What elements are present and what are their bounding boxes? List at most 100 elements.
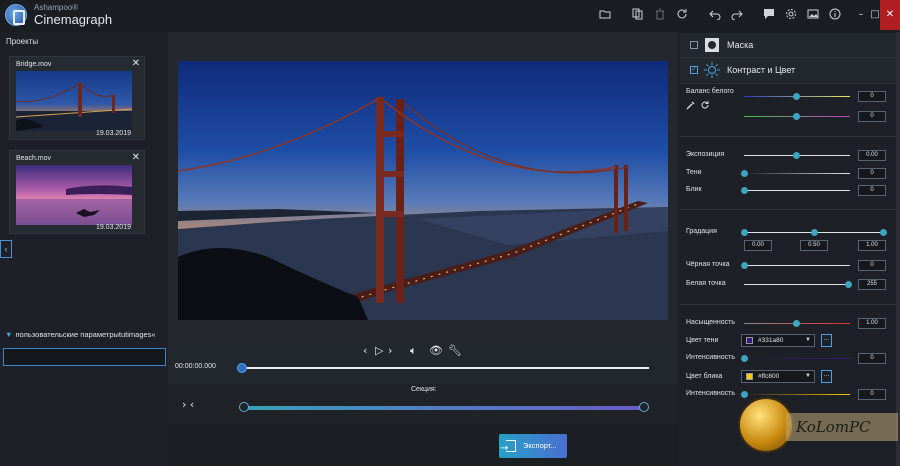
slider-handle[interactable] [741,187,748,194]
saturation-label: Насыщенность [686,319,736,326]
wrench-icon[interactable]: 🔧︎ [448,344,462,357]
project-name: Bridge.mov [16,61,52,68]
black-point-value[interactable]: 0 [858,260,886,271]
undo-icon[interactable] [708,8,722,22]
white-balance-temp-value[interactable]: 0 [858,91,886,102]
exposure-value[interactable]: 0.00 [858,150,886,161]
project-card-beach[interactable]: Beach.mov ✕ 19.03.2019 [9,150,145,234]
slider-handle[interactable] [845,281,852,288]
preview-area: ‹ ▷ › 🔈︎ 👁︎ 🔧︎ 00:00:00.000 Секция: › ‹ … [168,32,678,466]
contrast-section-header[interactable]: ✓ Контраст и Цвет [680,58,896,82]
gear-icon[interactable] [784,8,798,22]
gradation-value-low[interactable]: 0.00 [744,240,772,251]
shadow-intensity-slider[interactable] [741,355,850,362]
user-params-header[interactable]: ▼ пользовательские параметрыtutimages« [5,330,168,339]
shadow-intensity-value[interactable]: 0 [858,353,886,364]
mask-checkbox[interactable] [690,41,698,49]
highlight-color-more-button[interactable]: ... [821,370,832,383]
gradation-value-high[interactable]: 1.00 [858,240,886,251]
volume-icon[interactable]: 🔈︎ [410,344,417,358]
slider-handle[interactable] [811,229,818,236]
copy-icon[interactable] [631,8,645,22]
contrast-label: Контраст и Цвет [727,65,796,75]
mask-section-header[interactable]: Маска [680,33,896,57]
settings-scrollbar[interactable] [896,32,900,466]
contrast-checkbox[interactable]: ✓ [690,66,698,74]
expand-triangle-icon: ▼ [5,330,13,339]
slider-handle[interactable] [793,93,800,100]
project-thumbnail [16,165,132,225]
gradation-value-mid[interactable]: 0.50 [800,240,828,251]
chat-icon[interactable] [762,8,776,22]
user-params-input[interactable] [3,348,166,366]
shadows-slider[interactable] [741,170,850,177]
close-icon[interactable]: ✕ [880,0,900,30]
sections-bar: Секция: › ‹ [168,384,678,424]
highlights-slider[interactable] [741,187,850,194]
highlight-intensity-slider[interactable] [741,391,850,398]
export-button[interactable]: Экспорт... [499,434,567,461]
timeline-track[interactable] [237,363,649,373]
redo-icon[interactable] [730,8,744,22]
slider-handle[interactable] [880,229,887,236]
shadow-color-select[interactable]: #331a80 ▼ [741,334,815,347]
divider [680,209,896,210]
highlight-color-swatch [746,373,753,380]
section-start-handle[interactable] [239,402,249,412]
white-balance-tint-slider[interactable] [744,113,850,120]
slider-handle[interactable] [741,391,748,398]
saturation-value[interactable]: 1.00 [858,318,886,329]
trash-icon[interactable] [653,8,667,22]
title-bar: Ashampoo® Cinemagraph – □ ✕ [0,0,900,32]
next-frame-icon[interactable]: › [388,344,392,357]
project-card-bridge[interactable]: Bridge.mov ✕ 19.03.2019 [9,56,145,140]
timecode: 00:00:00.000 [175,363,216,370]
play-icon[interactable]: ▷ [375,344,383,357]
slider-handle[interactable] [741,262,748,269]
shadow-color-swatch [746,337,753,344]
white-point-value[interactable]: 255 [858,279,886,290]
section-range-track[interactable] [239,402,649,412]
reset-icon[interactable] [675,8,689,22]
projects-title: Проекты [6,37,39,46]
folder-icon[interactable] [598,8,612,22]
close-icon[interactable]: ✕ [132,152,140,163]
slider-handle[interactable] [741,229,748,236]
shadow-color-more-button[interactable]: ... [821,334,832,347]
black-point-slider[interactable] [741,262,850,269]
slider-handle[interactable] [741,355,748,362]
preview-eye-icon[interactable]: 👁︎ [429,344,443,357]
exposure-slider[interactable] [744,152,850,159]
shadows-value[interactable]: 0 [858,168,886,179]
section-end-handle[interactable] [639,402,649,412]
video-preview[interactable] [178,61,668,320]
close-icon[interactable]: ✕ [132,58,140,69]
playhead-handle[interactable] [237,363,247,373]
slider-handle[interactable] [793,320,800,327]
shadows-label: Тени [686,169,702,176]
collapse-panel-button[interactable]: ‹ [0,240,12,258]
slider-handle[interactable] [741,170,748,177]
prev-frame-icon[interactable]: ‹ [363,344,367,357]
white-balance-temp-slider[interactable] [744,93,850,100]
divider [680,136,896,137]
gradation-slider[interactable] [741,229,887,236]
section-arrows-icon[interactable]: › ‹ [182,398,194,411]
slider-handle[interactable] [793,113,800,120]
white-balance-tint-value[interactable]: 0 [858,111,886,122]
highlight-color-select[interactable]: #ffc800 ▼ [741,370,815,383]
white-point-slider[interactable] [744,281,852,288]
reset-icon[interactable] [700,100,710,112]
intensity-label: Интенсивность [686,354,736,361]
slider-handle[interactable] [793,152,800,159]
divider [680,304,896,305]
highlights-value[interactable]: 0 [858,185,886,196]
info-icon[interactable] [828,8,842,22]
image-icon[interactable] [806,8,820,22]
eyedropper-icon[interactable] [686,100,696,112]
saturation-slider[interactable] [744,320,850,327]
project-date: 19.03.2019 [95,130,131,137]
highlight-intensity-value[interactable]: 0 [858,389,886,400]
highlight-color-hex: #ffc800 [758,373,780,380]
highlight-color-label: Цвет блика [686,373,723,380]
